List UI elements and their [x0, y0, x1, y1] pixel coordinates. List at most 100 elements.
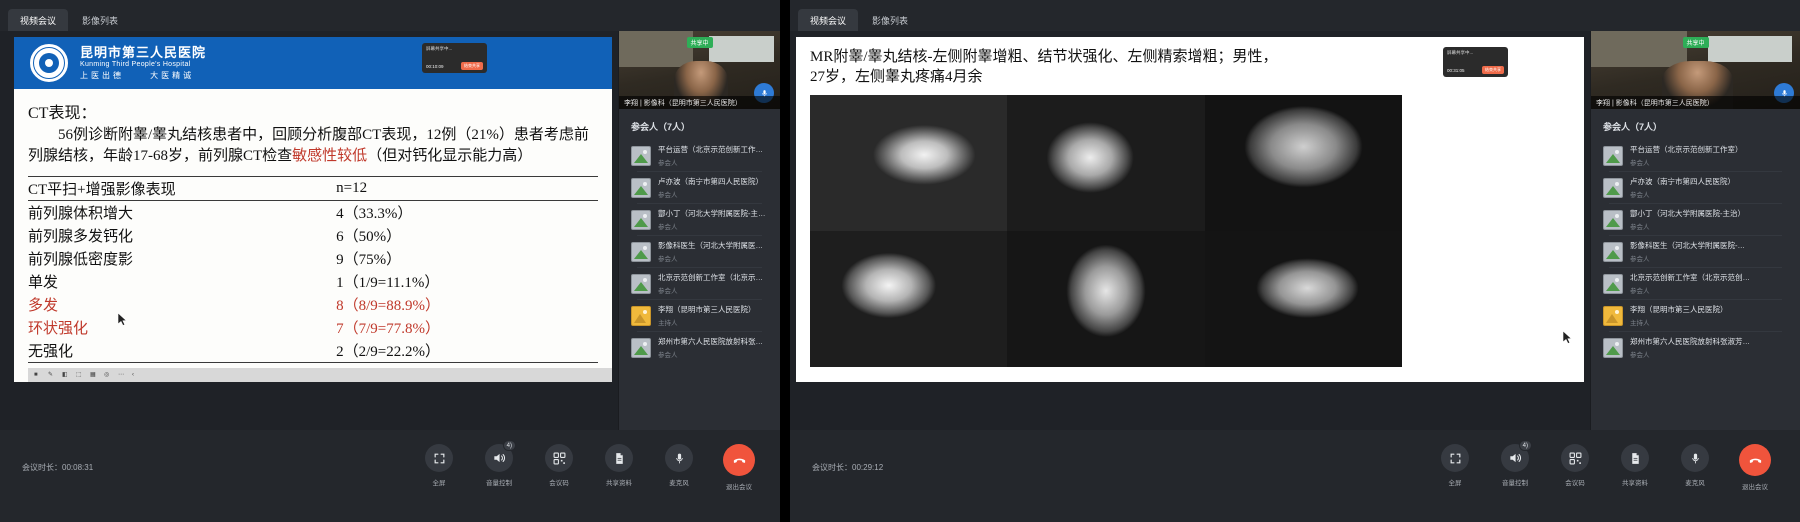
tab-image-list[interactable]: 影像列表: [860, 9, 920, 31]
list-item[interactable]: 卢亦波（南宁市第四人民医院） 参会人: [625, 172, 774, 203]
document-icon[interactable]: [1621, 444, 1649, 472]
mri-axial-3[interactable]: [1204, 95, 1402, 231]
fullscreen-button[interactable]: 全屏: [1432, 444, 1478, 487]
hospital-motto: 上医出德 大医精诚: [80, 71, 206, 81]
ct-presentation-slide: 昆明市第三人民医院 Kunming Third People's Hospita…: [14, 37, 612, 382]
leave-meeting-button[interactable]: 退出会议: [1732, 444, 1778, 491]
list-item[interactable]: 郑州市第六人民医院放射科张淑芳… 参会人: [1597, 332, 1794, 363]
list-item[interactable]: 酆小丁（河北大学附属医院-主治） 参会人: [1597, 204, 1794, 235]
list-item[interactable]: 北京示范创新工作室（北京示范创… 参会人: [625, 268, 774, 299]
tab-image-list[interactable]: 影像列表: [70, 9, 130, 31]
microphone-icon[interactable]: [665, 444, 693, 472]
mri-axial-1[interactable]: [810, 95, 1008, 231]
meeting-code-button[interactable]: 会议码: [1552, 444, 1598, 487]
row-value: 1（1/9=11.1%）: [336, 275, 440, 292]
list-item[interactable]: 影像科医生（河北大学附属医院-… 参会人: [1597, 236, 1794, 267]
participant-role: 参会人: [1630, 224, 1650, 231]
stop-icon[interactable]: ■: [34, 372, 41, 379]
list-item[interactable]: 郑州市第六人民医院放射科张淑芳… 参会人: [625, 332, 774, 363]
list-item[interactable]: 平台运营（北京示范创新工作室） 参会人: [625, 140, 774, 171]
self-video-name: 李翔 | 影像科（昆明市第三人民医院）: [1591, 96, 1800, 109]
layers-icon[interactable]: ◎: [104, 372, 111, 379]
mr-presentation-slide: MR附睾/睾丸结核-左侧附睾增粗、结节状强化、左侧精索增粗；男性， 27岁，左侧…: [796, 37, 1584, 382]
participant-role: 参会人: [1630, 288, 1650, 295]
stop-share-button[interactable]: 结束共享: [461, 62, 483, 70]
slide-hospital-header: 昆明市第三人民医院 Kunming Third People's Hospita…: [14, 37, 612, 89]
mri-coronal-3[interactable]: [1204, 231, 1402, 367]
qrcode-icon[interactable]: [545, 444, 573, 472]
avatar: [1603, 273, 1623, 294]
share-material-button[interactable]: 共享资料: [1612, 444, 1658, 487]
right-shared-screen-stage: MR附睾/睾丸结核-左侧附睾增粗、结节状强化、左侧精索增粗；男性， 27岁，左侧…: [790, 31, 1590, 430]
table-row: 前列腺体积增大 4（33.3%）: [28, 201, 598, 225]
microphone-button[interactable]: 麦克风: [656, 444, 702, 487]
self-video-tile[interactable]: 共享中 李翔 | 影像科（昆明市第三人民医院）: [619, 31, 780, 109]
mri-coronal-2[interactable]: [1007, 231, 1205, 367]
mri-axial-2[interactable]: [1007, 95, 1205, 231]
hospital-name-cn: 昆明市第三人民医院: [80, 45, 207, 60]
list-item[interactable]: 李翔（昆明市第三人民医院） 主持人: [625, 300, 774, 331]
meeting-duration: 会议时长：00:29:12: [812, 462, 883, 473]
fullscreen-icon[interactable]: [425, 444, 453, 472]
collapse-icon[interactable]: ‹: [132, 372, 139, 379]
meeting-code-button[interactable]: 会议码: [536, 444, 582, 487]
volume-button[interactable]: 4) 音量控制: [1492, 440, 1538, 487]
more-icon[interactable]: ⋯: [118, 372, 125, 379]
left-shared-screen-stage: 昆明市第三人民医院 Kunming Third People's Hospita…: [0, 31, 618, 430]
hangup-icon[interactable]: [1739, 444, 1771, 476]
select-icon[interactable]: ⬚: [76, 372, 83, 379]
table-row: 前列腺低密度影 9（75%）: [28, 247, 598, 270]
document-icon[interactable]: [605, 444, 633, 472]
hangup-icon[interactable]: [723, 444, 755, 476]
participant-role: 主持人: [658, 320, 678, 327]
share-timer: 00:10:09: [426, 63, 444, 69]
share-status-text: 屏幕共享中...: [426, 46, 453, 51]
table-row: 多发 8（8/9=88.9%）: [28, 293, 598, 316]
meeting-code-label: 会议码: [1565, 480, 1585, 487]
participant-name: 郑州市第六人民医院放射科张淑芳…: [658, 337, 768, 346]
stop-share-button[interactable]: 结束共享: [1482, 66, 1504, 74]
eraser-icon[interactable]: ◧: [62, 372, 69, 379]
list-item[interactable]: 平台运营（北京示范创新工作室） 参会人: [1597, 140, 1794, 171]
participant-name: 卢亦波（南宁市第四人民医院）: [658, 177, 763, 186]
microphone-button[interactable]: 麦克风: [1672, 444, 1718, 487]
microphone-icon[interactable]: [1681, 444, 1709, 472]
volume-button[interactable]: 4) 音量控制: [476, 440, 522, 487]
list-item[interactable]: 卢亦波（南宁市第四人民医院） 参会人: [1597, 172, 1794, 203]
participant-list: 平台运营（北京示范创新工作室） 参会人 卢亦波（南宁市第四人民医院） 参会人 酆…: [1591, 140, 1800, 363]
share-material-button[interactable]: 共享资料: [596, 444, 642, 487]
list-item[interactable]: 李翔（昆明市第三人民医院） 主持人: [1597, 300, 1794, 331]
volume-badge: 4): [1518, 440, 1532, 451]
participant-role: 参会人: [1630, 160, 1650, 167]
participants-title: 参会人（7人）: [631, 122, 691, 132]
participant-name: 北京示范创新工作室（北京示范创…: [658, 273, 768, 282]
meeting-controls: 全屏 4) 音量控制 会议码 共享资料 麦克风 退出会议: [1432, 440, 1778, 491]
row-label: 多发: [28, 298, 59, 315]
fullscreen-button[interactable]: 全屏: [416, 444, 462, 487]
fullscreen-icon[interactable]: [1441, 444, 1469, 472]
list-item[interactable]: 北京示范创新工作室（北京示范创… 参会人: [1597, 268, 1794, 299]
right-bottom-toolbar: 会议时长：00:29:12 全屏 4) 音量控制 会议码 共享资料 麦克风 退出…: [790, 430, 1800, 522]
qrcode-icon[interactable]: [1561, 444, 1589, 472]
leave-meeting-button[interactable]: 退出会议: [716, 444, 762, 491]
participant-role: 参会人: [658, 288, 678, 295]
list-item[interactable]: 影像科医生（河北大学附属医院-… 参会人: [625, 236, 774, 267]
meeting-controls: 全屏 4) 音量控制 会议码 共享资料 麦克风 退出会议: [416, 440, 762, 491]
table-header-label: CT平扫+增强影像表现: [28, 176, 331, 202]
ct-findings-table: CT平扫+增强影像表现 n=12 前列腺体积增大 4（33.3%） 前列腺多发钙…: [28, 176, 598, 364]
participant-name: 李翔（昆明市第三人民医院）: [658, 305, 756, 314]
tab-video-conference[interactable]: 视频会议: [8, 9, 69, 31]
self-video-tile[interactable]: 共享中 李翔 | 影像科（昆明市第三人民医院）: [1591, 31, 1800, 109]
share-status-text: 屏幕共享中...: [1447, 50, 1474, 55]
annotation-toolbar[interactable]: ■ ✎ ◧ ⬚ ▦ ◎ ⋯ ‹: [28, 368, 612, 382]
list-item[interactable]: 酆小丁（河北大学附属医院-主治） 参会人: [625, 204, 774, 235]
table-header-row: CT平扫+增强影像表现 n=12: [28, 176, 598, 202]
tab-video-conference[interactable]: 视频会议: [798, 9, 859, 31]
fullscreen-label: 全屏: [1448, 480, 1462, 487]
pen-icon[interactable]: ✎: [48, 372, 55, 379]
grid-icon[interactable]: ▦: [90, 372, 97, 379]
mri-coronal-1[interactable]: [810, 231, 1008, 367]
table-row: 无强化 2（2/9=22.2%）: [28, 339, 598, 364]
ct-section-title: CT表现：: [28, 105, 97, 122]
duration-value: 00:29:12: [852, 463, 884, 472]
